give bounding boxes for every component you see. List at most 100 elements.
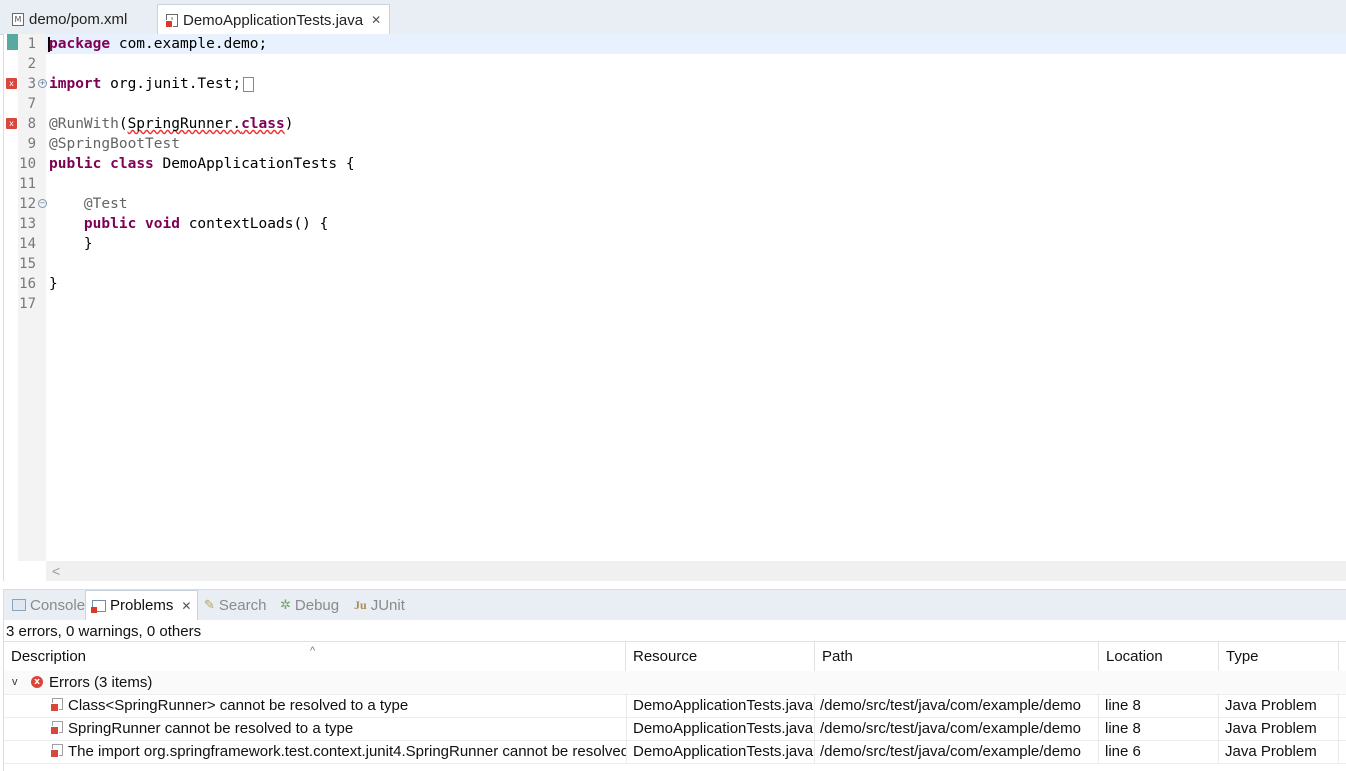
problem-row[interactable]: The import org.springframework.test.cont… — [4, 740, 1346, 764]
line-number: 2 — [27, 56, 36, 72]
line-number: 17 — [19, 296, 36, 312]
error-token[interactable]: SpringRunner — [128, 116, 233, 132]
problem-description: The import org.springframework.test.cont… — [68, 743, 626, 760]
code-text: org.junit.Test; — [101, 76, 242, 92]
search-icon: ✎ — [204, 597, 215, 612]
horizontal-scrollbar[interactable]: < — [46, 561, 1346, 581]
chevron-down-icon[interactable]: v — [12, 671, 18, 694]
code-line[interactable]: public void contextLoads() { — [49, 214, 328, 234]
editor-tab-bar: M demo/pom.xml J DemoApplicationTests.ja… — [0, 0, 1346, 35]
code-line[interactable]: @RunWith(SpringRunner.class) — [49, 114, 293, 134]
problem-row[interactable]: SpringRunner cannot be resolved to a typ… — [4, 717, 1346, 741]
console-icon — [12, 599, 26, 611]
code-line[interactable]: package com.example.demo; — [49, 34, 267, 54]
column-header-type[interactable]: Type — [1219, 642, 1339, 671]
line-number: 9 — [27, 136, 36, 152]
bookmark-marker — [7, 34, 18, 50]
folded-code-indicator[interactable] — [243, 76, 255, 92]
line-number: 8 — [27, 116, 36, 132]
annotation: @SpringBootTest — [49, 136, 180, 152]
line-number: 10 — [19, 156, 36, 172]
problems-icon — [91, 599, 106, 613]
keyword: public — [83, 216, 137, 232]
problem-resource: DemoApplicationTests.java — [626, 694, 815, 717]
tab-problems[interactable]: Problems ✕ — [85, 590, 199, 620]
keyword: class — [241, 116, 285, 132]
code-line[interactable]: } — [49, 274, 58, 294]
tab-search[interactable]: ✎ Search — [198, 590, 272, 620]
problem-group-row[interactable]: v x Errors (3 items) — [4, 671, 1346, 695]
column-header-path[interactable]: Path — [815, 642, 1099, 671]
problem-path: /demo/src/test/java/com/example/demo — [815, 694, 1099, 717]
problem-path: /demo/src/test/java/com/example/demo — [815, 740, 1099, 763]
problem-resource: DemoApplicationTests.java — [626, 717, 815, 740]
tab-label: Debug — [294, 596, 340, 614]
problem-description: Class<SpringRunner> cannot be resolved t… — [68, 697, 409, 714]
code-text: . — [232, 116, 242, 132]
code-line[interactable]: @SpringBootTest — [49, 134, 180, 154]
problem-description: SpringRunner cannot be resolved to a typ… — [68, 720, 354, 737]
view-tab-bar: Console Problems ✕ ✎ Search ✲ Debug Ju J… — [4, 590, 1346, 620]
problem-row[interactable]: Class<SpringRunner> cannot be resolved t… — [4, 694, 1346, 718]
java-file-error-icon: J — [165, 13, 178, 28]
line-number: 12 — [19, 196, 36, 212]
tab-label: demo/pom.xml — [29, 10, 128, 28]
code-line[interactable]: import org.junit.Test; — [49, 74, 255, 94]
code-line[interactable]: @Test — [49, 194, 128, 214]
problems-summary: 3 errors, 0 warnings, 0 others — [6, 623, 202, 640]
column-header-resource[interactable]: Resource — [626, 642, 815, 671]
keyword: import — [49, 76, 102, 92]
error-file-icon — [50, 721, 63, 735]
line-number: 13 — [19, 216, 36, 232]
column-header-description[interactable]: Description ^ — [4, 642, 626, 671]
problem-location: line 8 — [1099, 694, 1219, 717]
scroll-left-icon[interactable]: < — [52, 561, 60, 581]
tab-junit[interactable]: Ju JUnit — [348, 590, 411, 620]
problems-table: Description ^ Resource Path Location Type… — [4, 641, 1346, 771]
keyword: public — [49, 156, 102, 172]
problem-location: line 6 — [1099, 740, 1219, 763]
line-number-gutter: 1 2 3 + 7 8 9 10 11 12 − 13 14 15 16 17 — [18, 34, 47, 561]
tab-demo-application-tests[interactable]: J DemoApplicationTests.java ✕ — [157, 4, 391, 35]
code-text-area[interactable]: package com.example.demo; import org.jun… — [46, 34, 1346, 561]
problem-resource: DemoApplicationTests.java — [626, 740, 815, 763]
keyword: class — [110, 156, 154, 172]
annotation-ruler: x x — [4, 34, 18, 561]
problem-type: Java Problem — [1219, 694, 1339, 717]
error-icon: x — [31, 676, 43, 688]
annotation: @Test — [83, 196, 128, 212]
code-line[interactable]: public class DemoApplicationTests { — [49, 154, 355, 174]
problem-path: /demo/src/test/java/com/example/demo — [815, 717, 1099, 740]
code-line[interactable]: } — [49, 234, 93, 254]
tab-console[interactable]: Console — [6, 590, 91, 620]
tab-debug[interactable]: ✲ Debug — [274, 590, 345, 620]
junit-icon: Ju — [354, 598, 367, 612]
error-marker-icon[interactable]: x — [6, 78, 17, 89]
close-icon[interactable]: ✕ — [181, 599, 191, 613]
line-number: 7 — [27, 96, 36, 112]
close-icon[interactable]: ✕ — [371, 13, 381, 27]
code-editor[interactable]: x x 1 2 3 + 7 8 9 10 11 12 − 13 14 15 16… — [3, 34, 1346, 581]
annotation: @RunWith — [49, 116, 119, 132]
error-marker-icon[interactable]: x — [6, 118, 17, 129]
line-number: 15 — [19, 256, 36, 272]
error-file-icon — [50, 698, 63, 712]
code-text: ( — [118, 116, 128, 132]
tab-label: Problems — [110, 597, 174, 614]
line-number: 16 — [19, 276, 36, 292]
column-header-location[interactable]: Location — [1099, 642, 1219, 671]
error-file-icon — [50, 744, 63, 758]
line-number: 1 — [27, 36, 36, 52]
table-header: Description ^ Resource Path Location Type — [4, 641, 1346, 672]
problem-location: line 8 — [1099, 717, 1219, 740]
tab-label: DemoApplicationTests.java — [183, 11, 364, 29]
problems-panel: Console Problems ✕ ✎ Search ✲ Debug Ju J… — [3, 589, 1346, 771]
sort-ascending-icon: ^ — [310, 645, 316, 657]
problem-type: Java Problem — [1219, 717, 1339, 740]
tab-pom-xml[interactable]: M demo/pom.xml — [4, 4, 135, 34]
code-text: com.example.demo; — [110, 36, 268, 52]
line-number: 3 — [27, 76, 36, 92]
tab-label: Console — [30, 596, 86, 614]
code-text: DemoApplicationTests { — [153, 156, 355, 172]
group-label: Errors (3 items) — [49, 674, 153, 691]
